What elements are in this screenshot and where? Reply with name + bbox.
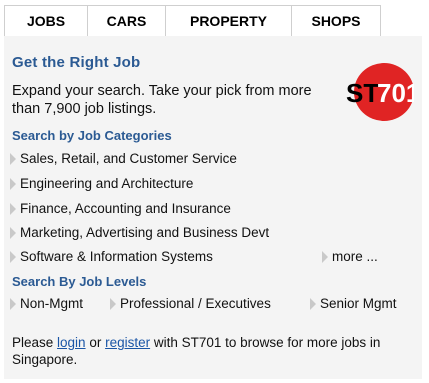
bullet-arrow-icon [10,177,16,190]
job-categories-heading: Search by Job Categories [12,128,172,143]
categories-more-link[interactable]: more ... [322,249,378,264]
promo-text: Expand your search. Take your pick from … [12,83,312,117]
footer-middle: or [85,335,106,350]
jobs-panel: Get the Right Job Expand your search. Ta… [4,36,422,379]
category-label: Finance, Accounting and Insurance [20,201,231,216]
category-label: Sales, Retail, and Customer Service [20,151,237,166]
st701-logo: ST 701 [346,63,414,121]
bullet-arrow-icon [10,202,16,215]
login-link[interactable]: login [57,335,86,350]
level-label: Non-Mgmt [20,296,84,311]
bullet-arrow-icon [10,226,16,239]
tab-cars[interactable]: CARS [87,5,166,36]
category-link-marketing[interactable]: Marketing, Advertising and Business Devt [10,225,269,240]
bullet-arrow-icon [322,250,328,263]
category-label: Software & Information Systems [20,249,213,264]
bullet-arrow-icon [10,250,16,263]
tab-shops[interactable]: SHOPS [291,5,381,36]
category-link-engineering[interactable]: Engineering and Architecture [10,176,193,191]
tab-jobs[interactable]: JOBS [4,5,88,36]
footer-message: Please login or register with ST701 to b… [12,334,412,368]
category-link-sales[interactable]: Sales, Retail, and Customer Service [10,151,237,166]
bullet-arrow-icon [10,152,16,165]
tab-bar: JOBS CARS PROPERTY SHOPS [4,5,381,36]
level-link-professional[interactable]: Professional / Executives [110,296,271,311]
register-link[interactable]: register [105,335,150,350]
level-link-senior-mgmt[interactable]: Senior Mgmt [310,296,397,311]
logo-text-st: ST [346,78,379,108]
category-label: Engineering and Architecture [20,176,194,191]
level-label: Senior Mgmt [320,296,397,311]
bullet-arrow-icon [110,297,116,310]
bullet-arrow-icon [10,297,16,310]
category-label: Marketing, Advertising and Business Devt [20,225,270,240]
logo-text-701: 701 [377,78,414,108]
bullet-arrow-icon [310,297,316,310]
level-label: Professional / Executives [120,296,271,311]
footer-prefix: Please [12,335,58,350]
category-link-finance[interactable]: Finance, Accounting and Insurance [10,201,231,216]
more-label: more ... [332,249,378,264]
category-link-software[interactable]: Software & Information Systems [10,249,213,264]
promo-title: Get the Right Job [12,54,141,71]
level-link-non-mgmt[interactable]: Non-Mgmt [10,296,83,311]
job-levels-heading: Search By Job Levels [12,274,147,289]
tab-property[interactable]: PROPERTY [165,5,292,36]
